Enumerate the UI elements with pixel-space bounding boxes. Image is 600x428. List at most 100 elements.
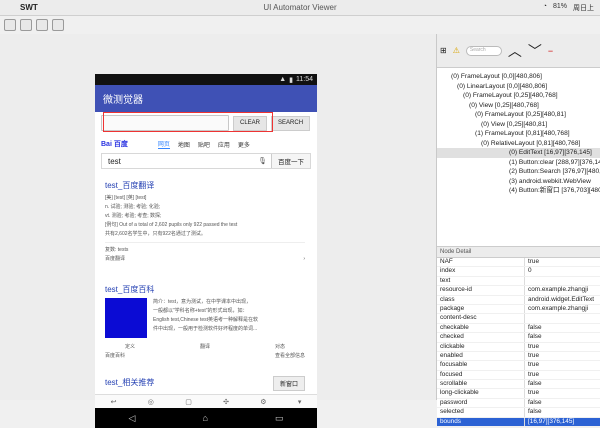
property-row[interactable]: content-desc	[437, 314, 600, 324]
save-icon[interactable]	[52, 19, 64, 31]
clear-icon[interactable]: −	[548, 46, 553, 56]
tree-node[interactable]: (1) FrameLayout [0,81][480,768]	[437, 129, 600, 139]
tab-map[interactable]: 地图	[178, 140, 190, 149]
wifi-icon[interactable]: ◔	[543, 3, 547, 13]
property-key: checked	[437, 333, 525, 342]
baidu-tabbar: Bai 百度 网页 地图 贴吧 应用 更多	[101, 138, 311, 150]
baike-link-state[interactable]: 对态	[275, 343, 285, 350]
tree-node[interactable]: (3) android.webkit.WebView	[437, 177, 600, 187]
search-input[interactable]: Search	[465, 45, 502, 56]
tree-node[interactable]: (0) View [0,25][480,768]	[437, 101, 600, 111]
app-name[interactable]: SWT	[20, 3, 38, 12]
property-row[interactable]: checkable false	[437, 323, 600, 334]
property-row[interactable]: package com.example.zhangji	[437, 304, 600, 315]
property-key: enabled	[437, 351, 525, 361]
tree-node[interactable]: (0) FrameLayout [0,25][480,768]	[437, 91, 600, 101]
hierarchy-tree[interactable]: (0) FrameLayout [0,0][480,806] (0) Linea…	[437, 68, 600, 246]
tree-node-selected[interactable]: (0) EditText [16,97][376,145]	[437, 148, 600, 158]
property-row[interactable]: resource-id com.example.zhangji	[437, 286, 600, 296]
chevron-right-icon[interactable]: ›	[303, 256, 305, 262]
status-area: ◔ 81% 周日上	[543, 3, 594, 13]
tab-apps[interactable]: 应用	[218, 140, 230, 149]
settings-icon[interactable]: ⚙	[260, 398, 266, 406]
clear-button[interactable]: CLEAR	[233, 115, 268, 131]
tab-web[interactable]: 网页	[157, 139, 170, 149]
hierarchy-toolbar: ⊞ ⚠ Search ︿ ﹀ −	[437, 34, 600, 68]
tree-node[interactable]: (1) Button:clear [288,97][376,145]	[437, 158, 600, 168]
property-row[interactable]: class android.widget.EditText	[437, 295, 600, 305]
nav-home-icon[interactable]: ⌂	[202, 413, 207, 423]
see-all-link[interactable]: 查看全部信息	[275, 352, 305, 359]
chevron-down-icon[interactable]: ﹀	[528, 41, 542, 61]
share-icon[interactable]: ✣	[223, 398, 229, 406]
new-window-button[interactable]: 新窗口	[272, 376, 305, 391]
nav-back-icon[interactable]: ◁	[129, 413, 136, 424]
baidu-search-button[interactable]: 百度一下	[271, 154, 310, 168]
back-icon[interactable]: ↩	[111, 398, 117, 406]
property-key: focusable	[437, 361, 525, 370]
result-title-related[interactable]: test_相关推荐	[105, 377, 154, 388]
tab-more[interactable]: 更多	[238, 140, 250, 149]
tree-node[interactable]: (0) View [0,25][480,81]	[437, 120, 600, 130]
screenshot-icon[interactable]	[20, 19, 32, 31]
tree-node[interactable]: (2) Button:Search [376,97][480,145]	[437, 167, 600, 177]
clock[interactable]: 周日上	[573, 3, 594, 13]
node-detail-header: Node Detail	[437, 246, 600, 258]
baidu-query-input[interactable]: test	[102, 157, 254, 166]
property-row[interactable]: clickable true	[437, 342, 600, 352]
nav-recents-icon[interactable]: ▭	[275, 413, 284, 424]
baike-link-definition[interactable]: 定义	[125, 343, 135, 350]
desc-line: English test,Chinese test英语考一种解释是在软	[153, 317, 259, 323]
property-key: clickable	[437, 342, 525, 351]
property-value: false	[528, 380, 542, 388]
property-row[interactable]: focusable true	[437, 361, 600, 371]
menu-icon[interactable]: ▾	[298, 398, 302, 406]
desc-line: 一般都以"学科名称+test"的形式出现，如：	[153, 308, 248, 314]
result-title-translate[interactable]: test_百度翻译	[105, 180, 305, 191]
apple-icon[interactable]	[5, 3, 15, 13]
tree-node[interactable]: (0) FrameLayout [0,0][480,806]	[437, 72, 600, 82]
mic-icon[interactable]: 🎙	[254, 157, 271, 165]
tree-node[interactable]: (0) RelativeLayout [0,81][480,768]	[437, 139, 600, 149]
property-row[interactable]: password false	[437, 398, 600, 409]
battery-label[interactable]: 81%	[553, 3, 567, 13]
property-value: true	[528, 342, 540, 350]
tab-tieba[interactable]: 贴吧	[198, 140, 210, 149]
result-line: [例句] Out of a total of 2,602 pupils only…	[105, 222, 238, 228]
property-row[interactable]: long-clickable true	[437, 389, 600, 399]
expand-all-icon[interactable]: ⊞	[440, 46, 447, 55]
property-key: content-desc	[437, 314, 525, 323]
result-line: 共有2,602名学生中，只有922名通过了测试。	[105, 231, 206, 237]
app-title: 微测觉器	[103, 95, 143, 106]
mac-menubar: SWT UI Automator Viewer ◔ 81% 周日上	[0, 0, 600, 16]
result-title-baike[interactable]: test_百度百科	[105, 284, 305, 295]
property-row[interactable]: NAF true	[437, 258, 600, 268]
result-plural: 复数: tests	[105, 247, 129, 253]
property-row[interactable]: text	[437, 276, 600, 287]
property-row[interactable]: checked false	[437, 333, 600, 343]
search-button[interactable]: SEARCH	[271, 115, 311, 131]
warning-icon[interactable]: ⚠	[453, 46, 460, 55]
baike-thumbnail[interactable]	[105, 298, 147, 338]
property-key: scrollable	[437, 380, 525, 389]
property-row[interactable]: selected false	[437, 408, 600, 418]
compressed-screenshot-icon[interactable]	[36, 19, 48, 31]
hierarchy-panel: ⊞ ⚠ Search ︿ ﹀ − (0) FrameLayout [0,0][4…	[436, 34, 600, 428]
chevron-up-icon[interactable]: ︿	[508, 41, 522, 61]
open-icon[interactable]	[4, 19, 16, 31]
baidu-logo[interactable]: Bai 百度	[101, 139, 128, 149]
property-row[interactable]: focused true	[437, 370, 600, 381]
edit-text-input[interactable]	[101, 115, 229, 131]
property-row[interactable]: scrollable false	[437, 380, 600, 390]
tree-node[interactable]: (0) FrameLayout [0,25][480,81]	[437, 110, 600, 120]
signal-icon: ▲	[279, 76, 287, 83]
tree-node[interactable]: (4) Button:新窗口 [376,703][480,768]	[437, 186, 600, 196]
tree-node[interactable]: (0) LinearLayout [0,0][480,806]	[437, 82, 600, 92]
baike-link-translation[interactable]: 翻译	[200, 343, 210, 350]
tabs-icon[interactable]: ▢	[185, 398, 192, 406]
globe-icon[interactable]: ◎	[148, 398, 154, 406]
property-row[interactable]: index 0	[437, 267, 600, 277]
property-row[interactable]: enabled true	[437, 351, 600, 362]
property-row[interactable]: bounds [16,97][376,145]	[437, 417, 600, 428]
phone-screen: ▲ ▮ 11:54 微测觉器 CLEAR SEARCH Bai 百度 网页 地图…	[95, 74, 317, 428]
